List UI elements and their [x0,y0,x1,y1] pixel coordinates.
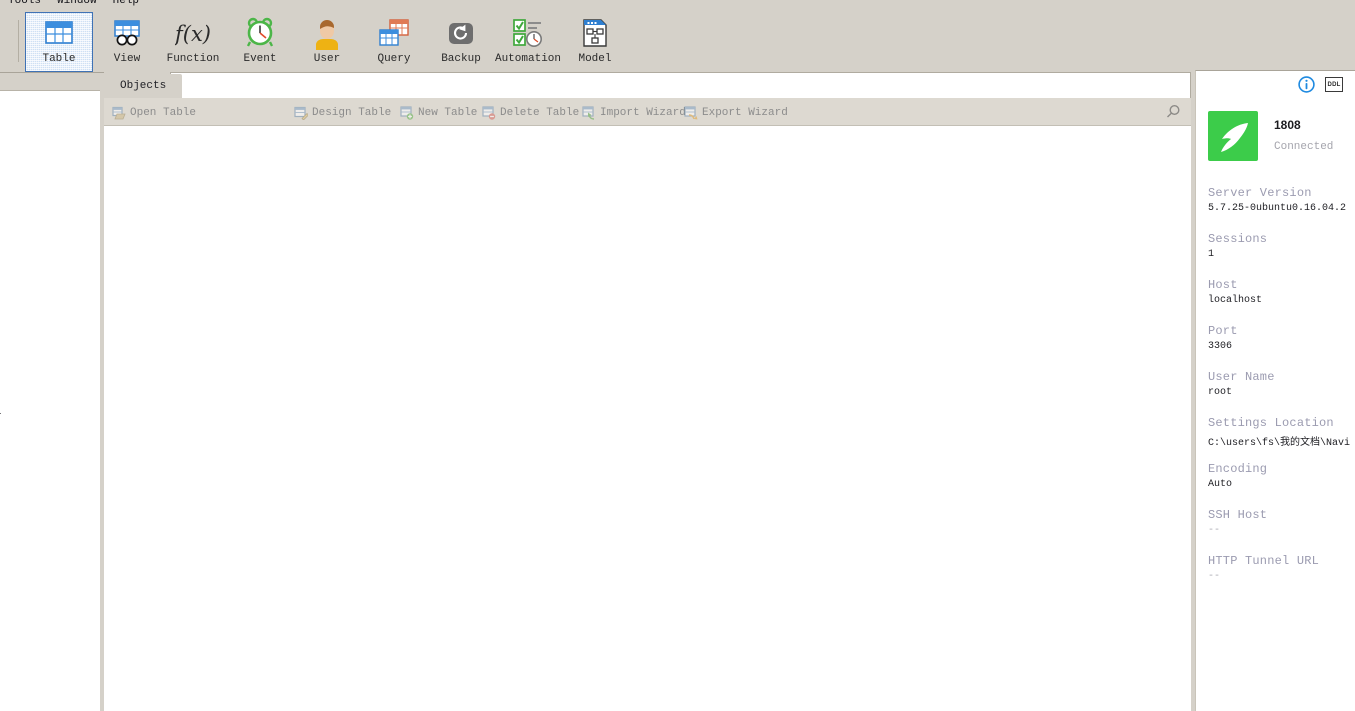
field-server-version: Server Version 5.7.25-0ubuntu0.16.04.2 [1208,186,1355,214]
toolbar-item-automation[interactable]: Automation [494,12,562,72]
field-label: Port [1208,324,1238,338]
toolbar-item-query[interactable]: Query [360,12,428,72]
toolbar-label-model: Model [578,53,612,65]
toolbar-item-user[interactable]: User [293,12,361,72]
import-wizard-icon [582,106,596,120]
toolbar-divider [18,20,19,62]
field-port: Port 3306 [1208,324,1355,352]
model-icon [577,16,613,50]
toolbar-item-table[interactable]: Table [25,12,93,72]
navigation-pane[interactable]: a na [0,90,100,711]
object-list-area[interactable] [104,126,1191,711]
automation-icon [510,16,546,50]
toolbar-label-event: Event [243,53,277,65]
toolbar-item-event[interactable]: Event [226,12,294,72]
field-settings-location: Settings Location C:\users\fs\我的文档\Navi [1208,416,1355,449]
field-label: Sessions [1208,232,1268,246]
open-table-icon [112,106,126,120]
toolbar-label-view: View [113,53,141,65]
field-value: 1 [1208,249,1215,260]
event-clock-icon [242,16,278,50]
new-table-label: New Table [418,107,478,119]
connection-logo-icon [1208,111,1258,161]
svg-text:f(x): f(x) [175,22,211,46]
import-wizard-label: Import Wizard [600,107,686,119]
ddl-button[interactable]: DDL [1325,77,1343,92]
toolbar-item-view[interactable]: View [93,12,161,72]
toolbar-item-function[interactable]: f(x) Function [159,12,227,72]
open-table-label: Open Table [130,107,197,119]
field-encoding: Encoding Auto [1208,462,1355,490]
field-value: Auto [1208,479,1233,490]
field-value: -- [1208,571,1221,582]
function-icon: f(x) [173,16,211,50]
query-icon [376,16,412,50]
field-value: 5.7.25-0ubuntu0.16.04.2 [1208,203,1347,214]
table-icon [41,16,77,50]
toolbar-item-model[interactable]: Model [561,12,629,72]
field-host: Host localhost [1208,278,1355,306]
field-value: root [1208,387,1233,398]
field-label: User Name [1208,370,1275,384]
delete-table-icon [482,106,496,120]
info-pane-toolbar: DDL [1298,76,1343,93]
nav-item-database-2[interactable]: na [0,406,1,418]
field-label: SSH Host [1208,508,1268,522]
delete-table-label: Delete Table [500,107,580,119]
app-window: Tools Window Help Table View f(x) Functi… [0,0,1355,711]
toolbar-label-automation: Automation [494,53,561,65]
main-toolbar: Table View f(x) Function Event User Quer… [0,8,1355,73]
search-icon[interactable] [1165,104,1181,120]
design-table-label: Design Table [312,107,392,119]
field-label: HTTP Tunnel URL [1208,554,1320,568]
design-table-button[interactable]: Design Table [294,104,391,122]
design-table-icon [294,106,309,121]
view-icon [109,16,145,50]
field-http-tunnel-url: HTTP Tunnel URL -- [1208,554,1355,582]
field-value: localhost [1208,295,1263,306]
field-label: Encoding [1208,462,1268,476]
toolbar-label-backup: Backup [441,53,481,65]
backup-icon [443,16,479,50]
field-sessions: Sessions 1 [1208,232,1355,260]
info-circle-icon[interactable] [1298,76,1315,93]
open-table-button[interactable]: Open Table [112,104,196,122]
tab-objects[interactable]: Objects [104,74,183,98]
import-wizard-button[interactable]: Import Wizard [582,104,686,122]
export-wizard-icon [684,106,698,120]
field-label: Settings Location [1208,416,1334,430]
connection-info-pane: DDL 1808 Connected Server Version 5.7.25… [1195,70,1355,711]
menu-item-tools[interactable]: Tools [0,0,49,7]
menu-bar: Tools Window Help [0,0,1355,8]
toolbar-item-backup[interactable]: Backup [427,12,495,72]
field-label: Host [1208,278,1238,292]
tab-objects-label: Objects [120,80,167,92]
export-wizard-label: Export Wizard [702,107,788,119]
menu-item-window[interactable]: Window [49,0,105,7]
user-icon [309,16,345,50]
field-label: Server Version [1208,186,1312,200]
connection-name: 1808 [1274,118,1301,132]
object-action-bar: Open Table Design Table New Table Delete… [104,98,1191,126]
field-value: -- [1208,525,1221,536]
menu-item-help[interactable]: Help [105,0,147,7]
new-table-icon [400,106,414,120]
toolbar-label-user: User [313,53,341,65]
delete-table-button[interactable]: Delete Table [482,104,579,122]
field-value: C:\users\fs\我的文档\Navi [1208,438,1351,449]
connection-status-badge: Connected [1274,141,1334,153]
toolbar-label-query: Query [377,53,411,65]
toolbar-label-function: Function [166,53,220,65]
export-wizard-button[interactable]: Export Wizard [684,104,788,122]
object-filter-input[interactable] [170,72,1191,98]
object-tab-strip: Objects [104,72,1191,98]
new-table-button[interactable]: New Table [400,104,477,122]
field-value: 3306 [1208,341,1233,352]
field-user-name: User Name root [1208,370,1355,398]
field-ssh-host: SSH Host -- [1208,508,1355,536]
toolbar-label-table: Table [42,53,76,65]
